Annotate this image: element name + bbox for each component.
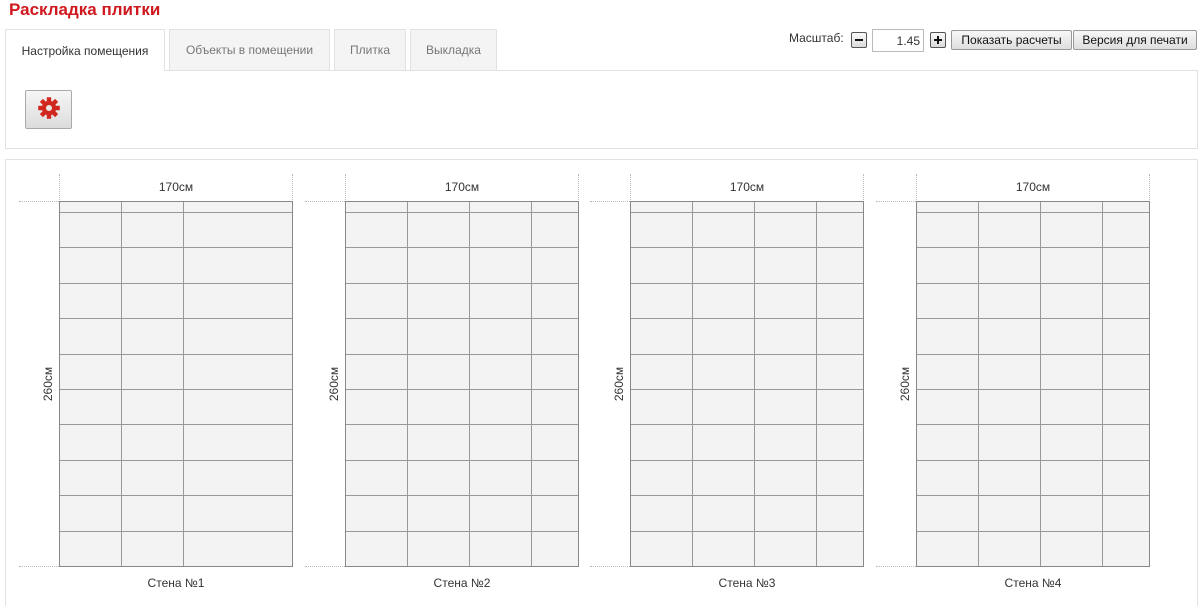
tile-row-line (631, 531, 863, 532)
room-settings-panel (5, 70, 1198, 149)
tile-row-line (60, 495, 292, 496)
wall-width-label: 170см (158, 180, 194, 194)
tile-row-line (346, 531, 578, 532)
tile-row-line (917, 212, 1149, 213)
wall-height-label: 260см (41, 366, 56, 402)
tile-row-line (60, 318, 292, 319)
tile-row-line (631, 318, 863, 319)
zoom-out-button[interactable] (851, 32, 867, 48)
scale-label: Масштаб: (789, 31, 844, 45)
wall-caption: Стена №3 (718, 576, 776, 590)
wall-width-label: 170см (1015, 180, 1051, 194)
wall-caption: Стена №1 (147, 576, 205, 590)
tile-column-line (531, 202, 532, 566)
tile-column-line (1040, 202, 1041, 566)
print-version-button[interactable]: Версия для печати (1073, 30, 1197, 50)
tile-row-line (346, 247, 578, 248)
wall-height-label: 260см (612, 366, 627, 402)
wall-width-label: 170см (444, 180, 480, 194)
wall-height-dimension: 260см (19, 201, 59, 567)
wall-height-dimension: 260см (590, 201, 630, 567)
wall-2: 170см 260см Стена №2 (305, 174, 591, 604)
tile-row-line (346, 354, 578, 355)
tile-row-line (60, 212, 292, 213)
tile-row-line (917, 495, 1149, 496)
tile-row-line (917, 247, 1149, 248)
tile-row-line (631, 460, 863, 461)
tile-row-line (60, 460, 292, 461)
tile-row-line (60, 531, 292, 532)
settings-button[interactable] (25, 90, 72, 129)
tile-grid[interactable] (345, 201, 579, 567)
tab-room-objects[interactable]: Объекты в помещении (169, 29, 330, 70)
tile-row-line (917, 531, 1149, 532)
tile-row-line (346, 495, 578, 496)
zoom-in-button[interactable] (930, 32, 946, 48)
tile-row-line (60, 283, 292, 284)
tile-row-line (917, 460, 1149, 461)
tile-row-line (917, 389, 1149, 390)
app-title: Раскладка плитки (9, 0, 161, 19)
show-calculations-button[interactable]: Показать расчеты (951, 30, 1072, 50)
wall-width-dimension: 170см (630, 174, 864, 200)
wall-4: 170см 260см Стена №4 (876, 174, 1162, 604)
tile-column-line (692, 202, 693, 566)
tile-row-line (917, 283, 1149, 284)
tile-grid[interactable] (59, 201, 293, 567)
tile-row-line (631, 389, 863, 390)
tab-bar: Настройка помещения Объекты в помещении … (5, 29, 501, 71)
tile-column-line (407, 202, 408, 566)
wall-height-label: 260см (327, 366, 342, 402)
tile-grid[interactable] (630, 201, 864, 567)
wall-1: 170см 260см Стена №1 (19, 174, 305, 604)
scale-input[interactable] (872, 29, 924, 52)
tile-row-line (346, 389, 578, 390)
tile-row-line (60, 354, 292, 355)
tile-row-line (346, 318, 578, 319)
wall-caption: Стена №4 (1004, 576, 1062, 590)
tile-column-line (1102, 202, 1103, 566)
tab-tile[interactable]: Плитка (334, 29, 406, 70)
wall-width-dimension: 170см (916, 174, 1150, 200)
tile-row-line (346, 460, 578, 461)
tile-row-line (631, 424, 863, 425)
tile-row-line (631, 283, 863, 284)
gear-icon (37, 96, 61, 123)
wall-caption: Стена №2 (433, 576, 491, 590)
tile-row-line (60, 424, 292, 425)
wall-width-dimension: 170см (345, 174, 579, 200)
tile-row-line (60, 389, 292, 390)
tile-column-line (183, 202, 184, 566)
tile-row-line (631, 247, 863, 248)
tile-column-line (121, 202, 122, 566)
wall-3: 170см 260см Стена №3 (590, 174, 876, 604)
tile-grid[interactable] (916, 201, 1150, 567)
tile-row-line (60, 247, 292, 248)
wall-height-label: 260см (898, 366, 913, 402)
tile-row-line (631, 212, 863, 213)
tile-row-line (346, 212, 578, 213)
tile-column-line (469, 202, 470, 566)
tile-row-line (917, 354, 1149, 355)
tab-layout[interactable]: Выкладка (410, 29, 497, 70)
tile-column-line (816, 202, 817, 566)
tile-row-line (917, 424, 1149, 425)
tab-room-settings[interactable]: Настройка помещения (5, 29, 165, 71)
wall-height-dimension: 260см (876, 201, 916, 567)
tile-row-line (346, 283, 578, 284)
tile-row-line (917, 318, 1149, 319)
wall-width-dimension: 170см (59, 174, 293, 200)
tile-column-line (978, 202, 979, 566)
tile-row-line (346, 424, 578, 425)
wall-width-label: 170см (729, 180, 765, 194)
wall-height-dimension: 260см (305, 201, 345, 567)
tile-column-line (754, 202, 755, 566)
tile-row-line (631, 354, 863, 355)
tile-row-line (631, 495, 863, 496)
